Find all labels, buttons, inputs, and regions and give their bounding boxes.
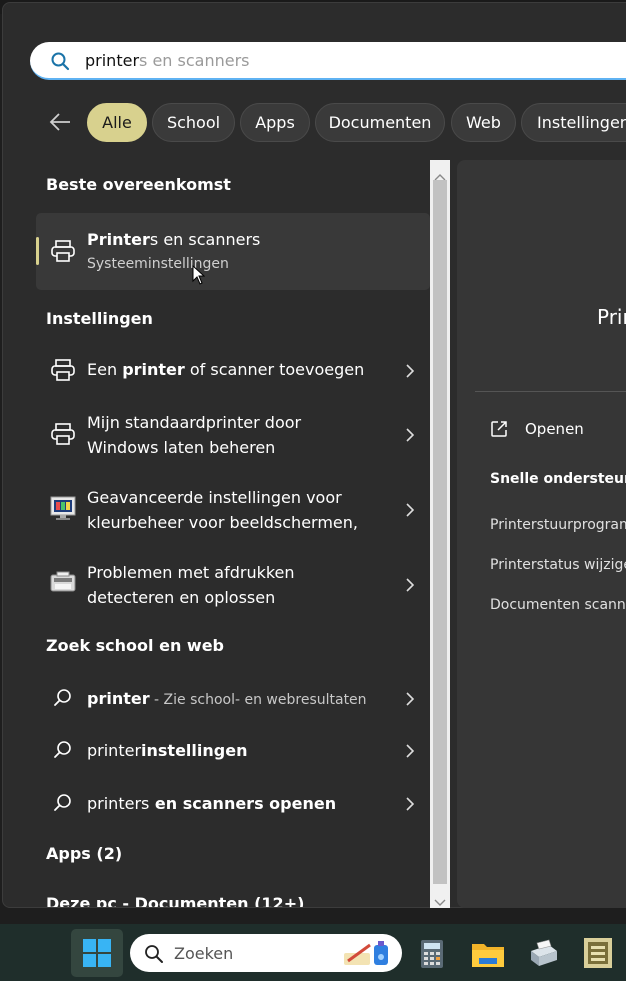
printer-icon [50, 422, 76, 450]
section-instellingen: Instellingen [46, 309, 153, 328]
results-scrollbar[interactable] [430, 160, 450, 908]
chevron-right-icon [406, 427, 415, 446]
filter-chip-apps[interactable]: Apps [240, 103, 310, 142]
scrollbar-thumb[interactable] [433, 180, 447, 884]
search-autocomplete: s en scanners [139, 51, 250, 70]
setting-item-label: Mijn standaardprinter door Windows laten … [87, 413, 302, 457]
filter-chip-school[interactable]: School [152, 103, 235, 142]
search-typed-text: printer [85, 51, 140, 70]
printer-troubleshoot-icon [50, 571, 76, 599]
monitor-color-icon [50, 495, 76, 525]
search-icon [50, 51, 70, 75]
chevron-right-icon [406, 577, 415, 596]
best-match-title: Printers en scanners [87, 230, 261, 249]
preview-link[interactable]: Printerstuurprogram [490, 517, 626, 533]
search-icon [53, 688, 73, 712]
preview-divider [475, 391, 626, 392]
filter-chip-instellingen[interactable]: Instellingen [521, 103, 626, 142]
web-result-label: printer - Zie school- en webresultaten [87, 689, 367, 708]
preview-pane: Prin Openen Snelle ondersteuning Printer… [457, 160, 626, 908]
section-best-match: Beste overeenkomst [46, 175, 231, 194]
taskbar-search-box[interactable]: Zoeken [130, 934, 402, 972]
start-button[interactable] [71, 929, 123, 977]
search-query[interactable]: printers en scanners [85, 51, 249, 70]
preview-quick-help-heading: Snelle ondersteuning [490, 471, 626, 487]
chevron-right-icon [406, 691, 415, 710]
setting-item-color-management[interactable]: Geavanceerde instellingen voor kleurbehee… [0, 483, 430, 535]
setting-item-label: Problemen met afdrukken detecteren en opl… [87, 563, 295, 607]
task-manager-icon[interactable] [583, 937, 613, 973]
web-result-printerinstellingen[interactable]: printerinstellingen [0, 734, 430, 766]
web-result-printer[interactable]: printer - Zie school- en webresultaten [0, 682, 430, 714]
filter-chip-documenten[interactable]: Documenten [315, 103, 445, 142]
chevron-right-icon [406, 796, 415, 815]
file-explorer-icon[interactable] [471, 939, 505, 973]
chevron-right-icon [406, 502, 415, 521]
printer-app-icon[interactable] [527, 939, 559, 973]
search-icon [53, 793, 73, 817]
scroll-down-arrow-icon[interactable] [434, 892, 446, 911]
setting-item-printing-troubleshoot[interactable]: Problemen met afdrukken detecteren en opl… [0, 558, 430, 610]
search-icon [144, 944, 164, 968]
preview-open-action[interactable]: Openen [525, 420, 584, 438]
search-box[interactable]: printers en scanners [30, 42, 626, 80]
printer-icon [50, 239, 76, 267]
selection-indicator [36, 237, 39, 265]
search-icon [53, 740, 73, 764]
back-arrow-icon[interactable] [48, 111, 72, 137]
mouse-cursor-icon [192, 264, 206, 289]
section-zoek-school-web: Zoek school en web [46, 636, 224, 655]
best-match-subtitle: Systeeminstellingen [87, 256, 229, 272]
open-external-icon [490, 420, 508, 442]
web-result-printers-en-scanners-openen[interactable]: printers en scanners openen [0, 787, 430, 819]
section-documents: Deze pc - Documenten (12+) [46, 894, 305, 907]
filter-chip-web[interactable]: Web [451, 103, 516, 142]
taskbar-search-placeholder: Zoeken [174, 944, 234, 963]
filter-chip-alle[interactable]: Alle [87, 103, 147, 142]
chevron-right-icon [406, 363, 415, 382]
web-result-label: printers en scanners openen [87, 794, 337, 813]
best-match-result[interactable]: Printers en scanners Systeeminstellingen [36, 213, 430, 290]
preview-title: Prin [597, 305, 626, 329]
setting-item-label: Geavanceerde instellingen voor kleurbehee… [87, 488, 358, 532]
web-result-label: printerinstellingen [87, 741, 248, 760]
calculator-app-icon[interactable] [420, 939, 444, 973]
windows-logo-icon [82, 938, 112, 972]
preview-link[interactable]: Printerstatus wijzige [490, 557, 626, 573]
setting-item-add-printer[interactable]: Een printer of scanner toevoegen [0, 352, 430, 388]
setting-item-default-printer[interactable]: Mijn standaardprinter door Windows laten … [0, 408, 430, 460]
setting-item-label: Een printer of scanner toevoegen [87, 360, 365, 379]
printer-icon [50, 358, 76, 386]
section-apps: Apps (2) [46, 844, 123, 863]
preview-link[interactable]: Documenten scanne [490, 597, 626, 613]
search-highlight-illustration-icon [340, 939, 396, 973]
chevron-right-icon [406, 743, 415, 762]
